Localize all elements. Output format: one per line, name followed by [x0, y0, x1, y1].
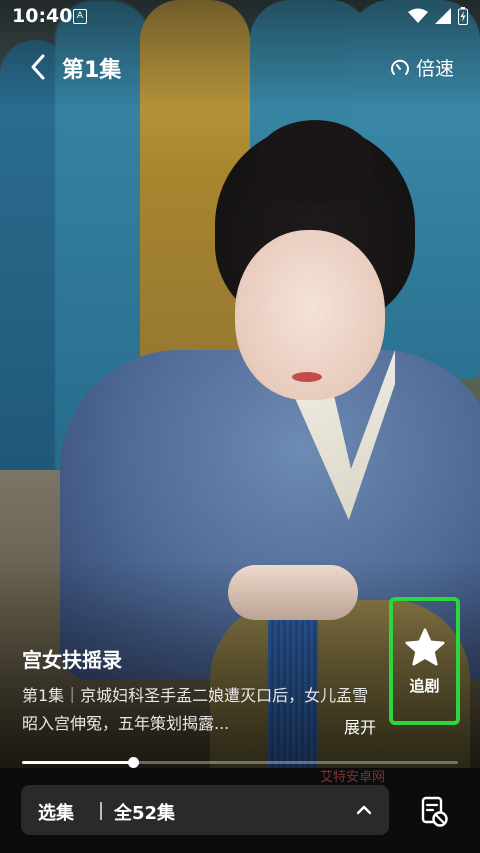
- speed-label: 倍速: [415, 58, 454, 80]
- wifi-icon: [408, 8, 428, 23]
- episode-count: 全52集: [114, 803, 176, 824]
- watermark-text: 艾特安卓网: [320, 770, 386, 785]
- show-title: 宫女扶摇录: [22, 648, 122, 672]
- expand-button[interactable]: 展开: [344, 714, 376, 738]
- back-button[interactable]: [22, 50, 56, 84]
- speedometer-icon: [391, 59, 409, 75]
- episode-title: 第1集: [62, 58, 122, 83]
- status-icons: [408, 7, 468, 25]
- follow-series-button[interactable]: 追剧: [389, 597, 460, 725]
- follow-label: 追剧: [409, 676, 440, 695]
- playback-speed-button[interactable]: 倍速: [390, 54, 454, 81]
- status-bar: 10:40 A: [0, 0, 480, 32]
- episode-picker-button[interactable]: 选集 全52集: [21, 785, 389, 835]
- episode-description: 第1集｜京城妇科圣手孟二娘遭灭口后，女儿孟雪昭入宫伸冤，五年策划揭露...: [22, 686, 369, 733]
- document-settings-button[interactable]: [416, 794, 452, 830]
- bottom-bar: 选集 全52集: [0, 768, 480, 853]
- divider: [100, 802, 102, 820]
- progress-fill: [22, 761, 134, 764]
- status-time: 10:40: [12, 5, 73, 27]
- episode-picker-label: 选集: [38, 803, 74, 824]
- chevron-up-icon: [356, 805, 372, 815]
- document-icon: [421, 796, 448, 827]
- progress-bar[interactable]: [22, 757, 458, 768]
- battery-icon: [458, 7, 468, 25]
- actress-hair-bun: [255, 120, 375, 205]
- notification-badge: A: [73, 9, 87, 24]
- chevron-left-icon: [31, 54, 45, 80]
- signal-icon: [435, 8, 451, 24]
- actress-lips: [292, 372, 322, 382]
- star-icon: [404, 627, 445, 666]
